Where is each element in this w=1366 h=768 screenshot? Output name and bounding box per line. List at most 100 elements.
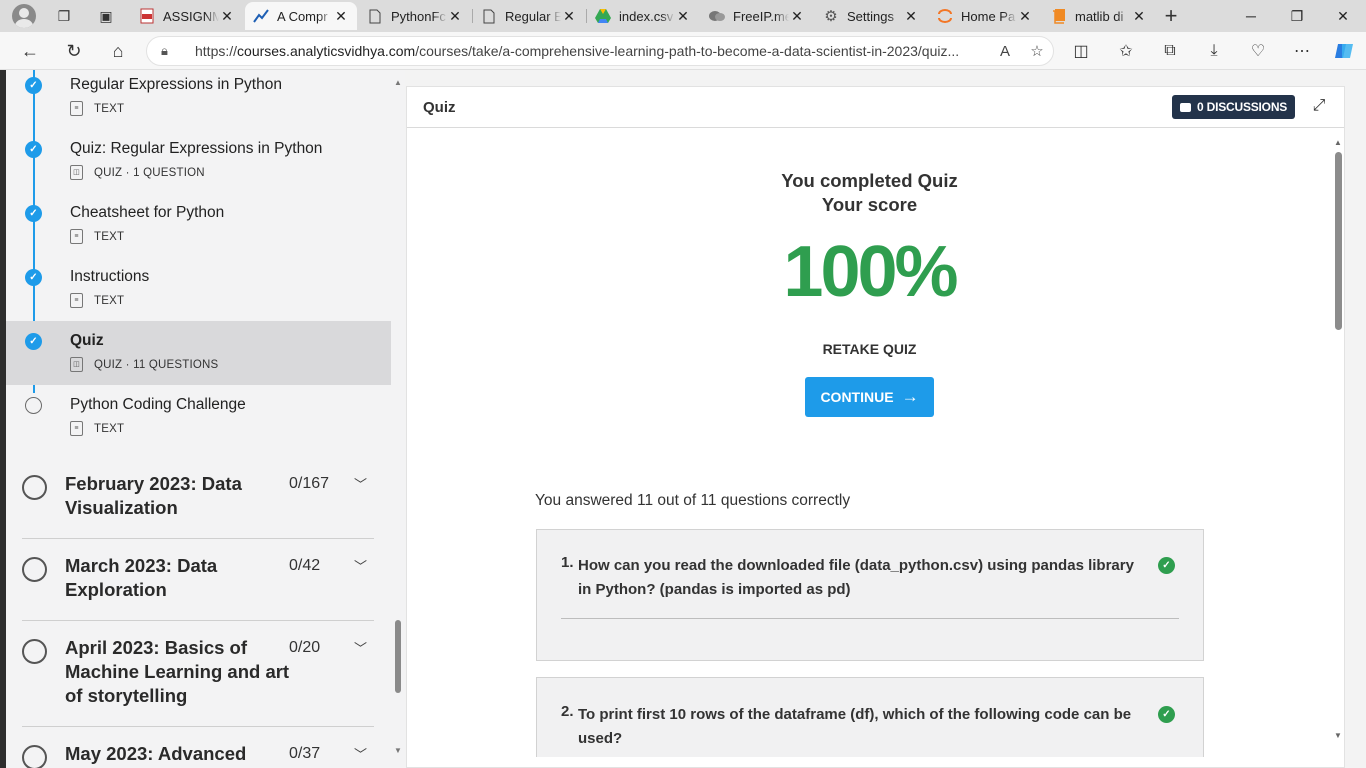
home-icon[interactable]: ⌂	[104, 37, 132, 65]
close-tab-icon[interactable]: ✕	[1017, 8, 1033, 25]
browser-tab[interactable]: ASSIGNM ✕	[131, 2, 243, 30]
restore-icon[interactable]: ❐	[1274, 0, 1320, 32]
retake-quiz-button[interactable]: RETAKE QUIZ	[407, 341, 1332, 357]
browser-toolbar: ← ↻ ⌂ 🔒︎ https://courses.analyticsvidhya…	[0, 32, 1366, 70]
url-text: https://courses.analyticsvidhya.com/cour…	[195, 43, 989, 59]
chevron-down-icon[interactable]: ﹀	[354, 638, 367, 657]
lesson-item[interactable]: ✓ Quiz: Regular Expressions in Python ◫ Q…	[6, 134, 391, 198]
tab-title: FreeIP.me	[733, 8, 789, 24]
lesson-item-current[interactable]: ✓ Quiz ◫ QUIZ · 11 QUESTIONS	[6, 321, 391, 385]
question-card[interactable]: 2. To print first 10 rows of the datafra…	[536, 677, 1204, 757]
profile-avatar-icon[interactable]	[12, 4, 36, 28]
text-lesson-icon: ≡	[70, 293, 83, 308]
lesson-meta: TEXT	[94, 294, 125, 307]
expand-fullscreen-icon[interactable]: ⤢	[1309, 96, 1329, 116]
course-section[interactable]: February 2023: Data Visualization 0/167 …	[22, 473, 374, 539]
close-tab-icon[interactable]: ✕	[1131, 8, 1147, 25]
split-screen-icon[interactable]: ◫	[1067, 37, 1095, 65]
close-tab-icon[interactable]: ✕	[789, 8, 805, 25]
continue-label: CONTINUE	[820, 389, 894, 405]
close-window-icon[interactable]: ✕	[1320, 0, 1366, 32]
lesson-item[interactable]: ✓ Instructions ≡ TEXT	[6, 262, 391, 326]
browser-tab[interactable]: ⚙ Settings ✕	[815, 2, 927, 30]
discussions-label: 0 DISCUSSIONS	[1197, 100, 1288, 114]
tab-title: PythonFc	[391, 8, 446, 24]
browser-tab[interactable]: index.csv ✕	[587, 2, 699, 30]
tab-title: A Compr	[277, 8, 328, 24]
arrow-right-icon: →	[901, 387, 919, 406]
completed-check-icon: ✓	[25, 77, 42, 94]
page-title: Quiz	[423, 99, 456, 116]
chevron-down-icon[interactable]: ﹀	[354, 556, 367, 575]
browser-tab[interactable]: Regular E ✕	[473, 2, 585, 30]
scroll-down-arrow-icon[interactable]: ▼	[1334, 731, 1342, 740]
close-tab-icon[interactable]: ✕	[561, 8, 577, 25]
close-tab-icon[interactable]: ✕	[333, 8, 349, 25]
browser-essentials-icon[interactable]: ♡	[1244, 37, 1272, 65]
section-progress-circle-icon	[22, 639, 47, 664]
close-tab-icon[interactable]: ✕	[219, 8, 235, 25]
page-right-gutter	[1346, 70, 1366, 768]
back-arrow-icon[interactable]: ←	[16, 37, 44, 65]
section-count: 0/42	[289, 557, 321, 574]
lesson-title: Python Coding Challenge	[70, 396, 246, 413]
lock-icon[interactable]: 🔒︎	[161, 43, 181, 59]
favorite-star-icon[interactable]: ☆	[1021, 42, 1053, 60]
browser-tab[interactable]: matlib di ✕	[1043, 2, 1155, 30]
section-title: April 2023: Basics of Machine Learning a…	[65, 637, 290, 706]
close-tab-icon[interactable]: ✕	[447, 8, 463, 25]
lesson-title: Quiz	[70, 332, 104, 349]
new-tab-plus-icon[interactable]: +	[1161, 5, 1181, 27]
collections-icon[interactable]: ⧉	[1156, 37, 1184, 65]
copilot-icon[interactable]	[1330, 37, 1358, 65]
completed-check-icon: ✓	[25, 269, 42, 286]
continue-button[interactable]: CONTINUE →	[805, 377, 934, 417]
main-scrollbar-thumb[interactable]	[1335, 152, 1342, 330]
close-tab-icon[interactable]: ✕	[903, 8, 919, 25]
course-section[interactable]: May 2023: Advanced 0/37 ﹀	[22, 743, 374, 768]
quiz-header: Quiz 0 DISCUSSIONS ⤢	[407, 87, 1344, 128]
chevron-down-icon[interactable]: ﹀	[354, 474, 367, 493]
scroll-down-arrow-icon[interactable]: ▼	[394, 746, 402, 755]
section-title: May 2023: Advanced	[65, 743, 247, 764]
lesson-item[interactable]: ✓ Regular Expressions in Python ≡ TEXT	[6, 70, 391, 134]
workspaces-icon[interactable]: ❐	[54, 6, 74, 26]
text-lesson-icon: ≡	[70, 101, 83, 116]
lesson-meta: TEXT	[94, 102, 125, 115]
close-tab-icon[interactable]: ✕	[675, 8, 691, 25]
url-path: /courses/take/a-comprehensive-learning-p…	[415, 43, 960, 59]
sidebar-scrollbar-thumb[interactable]	[395, 620, 401, 693]
lesson-item[interactable]: ✓ Cheatsheet for Python ≡ TEXT	[6, 198, 391, 262]
google-drive-icon	[595, 8, 611, 24]
lesson-title: Cheatsheet for Python	[70, 204, 225, 221]
window-left-edge	[0, 70, 6, 768]
discussions-button[interactable]: 0 DISCUSSIONS	[1172, 95, 1296, 119]
scroll-up-arrow-icon[interactable]: ▲	[1334, 138, 1342, 147]
address-bar[interactable]: 🔒︎ https://courses.analyticsvidhya.com/c…	[146, 36, 1054, 66]
answered-summary: You answered 11 out of 11 questions corr…	[535, 492, 851, 509]
completion-message: You completed Quiz Your score	[407, 169, 1332, 217]
browser-tab[interactable]: FreeIP.me ✕	[701, 2, 813, 30]
downloads-icon[interactable]: ⤓	[1200, 37, 1228, 65]
lesson-title: Instructions	[70, 268, 150, 285]
course-section[interactable]: March 2023: Data Exploration 0/42 ﹀	[22, 555, 374, 621]
lesson-item[interactable]: Python Coding Challenge ≡ TEXT	[6, 390, 391, 454]
retake-label: RETAKE QUIZ	[822, 341, 917, 357]
read-aloud-icon[interactable]: A	[989, 43, 1021, 60]
correct-check-icon: ✓	[1158, 706, 1175, 723]
more-menu-icon[interactable]: ⋯	[1288, 37, 1316, 65]
question-card[interactable]: 1. How can you read the downloaded file …	[536, 529, 1204, 661]
browser-tab-active[interactable]: A Compr ✕	[245, 2, 357, 30]
chevron-down-icon[interactable]: ﹀	[354, 744, 367, 763]
minimize-icon[interactable]: ─	[1228, 0, 1274, 32]
scroll-up-arrow-icon[interactable]: ▲	[394, 78, 402, 87]
url-host: courses.analyticsvidhya.com	[237, 43, 416, 59]
favorites-icon[interactable]: ✩	[1112, 37, 1140, 65]
browser-tab[interactable]: PythonFc ✕	[359, 2, 471, 30]
browser-tab[interactable]: Home Pa ✕	[929, 2, 1041, 30]
refresh-icon[interactable]: ↻	[60, 37, 88, 65]
course-section[interactable]: April 2023: Basics of Machine Learning a…	[22, 637, 374, 727]
section-count: 0/167	[289, 475, 330, 492]
vertical-tabs-icon[interactable]: ▣	[96, 6, 116, 26]
tab-title: Home Pa	[961, 8, 1016, 24]
